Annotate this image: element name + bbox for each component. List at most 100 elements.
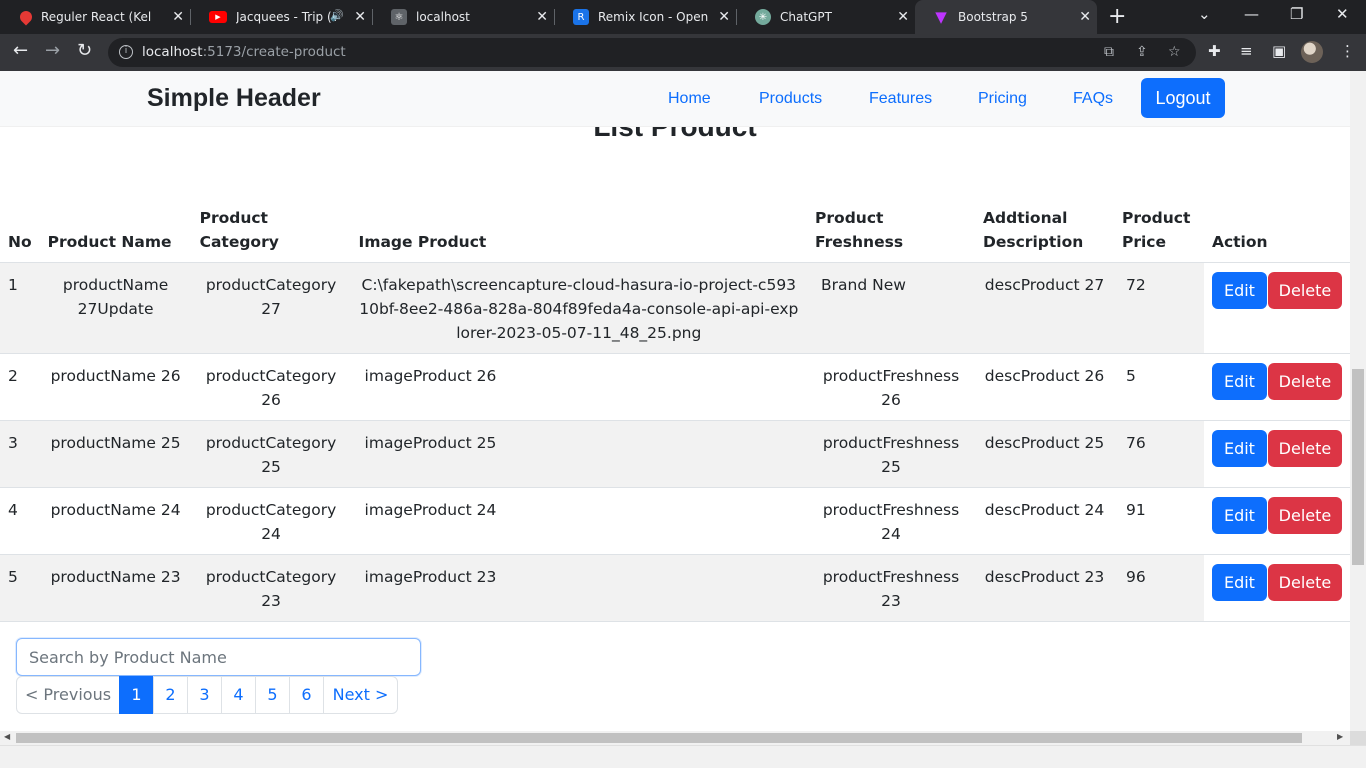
delete-button[interactable]: Delete — [1267, 497, 1342, 534]
cell-no: 4 — [0, 487, 40, 555]
pagination-page-6[interactable]: 6 — [289, 676, 324, 714]
pagination-previous[interactable]: < Previous — [16, 676, 120, 714]
reload-icon[interactable]: ↻ — [77, 40, 92, 61]
cell-action: Edit Delete — [1203, 487, 1350, 555]
browser-tab[interactable]: ✳ ChatGPT ✕ — [737, 0, 915, 34]
cell-category: productCategory 26 — [191, 353, 351, 421]
youtube-icon: ▶ — [209, 11, 227, 23]
translate-icon[interactable]: ⧉ — [1104, 44, 1114, 60]
delete-button[interactable]: Delete — [1267, 430, 1342, 467]
cell-no: 1 — [0, 262, 40, 354]
chatgpt-icon: ✳ — [755, 9, 771, 25]
delete-button[interactable]: Delete — [1267, 363, 1342, 400]
back-icon[interactable]: ← — [13, 40, 28, 61]
pagination-page-5[interactable]: 5 — [255, 676, 290, 714]
close-icon[interactable]: ✕ — [536, 9, 548, 25]
tab-title: Remix Icon - Open so — [598, 10, 708, 24]
tab-title: ChatGPT — [780, 10, 832, 24]
product-table: No Product Name Product Category Image P… — [0, 202, 1350, 622]
pagination-page-4[interactable]: 4 — [221, 676, 256, 714]
media-controls-icon[interactable]: ≡ — [1240, 42, 1253, 60]
nav-faqs[interactable]: FAQs — [1073, 90, 1113, 108]
column-header-action: Action — [1203, 202, 1350, 263]
cell-name: productName 26 — [39, 353, 192, 421]
nav-products[interactable]: Products — [759, 90, 822, 108]
table-row: 1 productName 27Update productCategory 2… — [0, 262, 1350, 354]
brand-title[interactable]: Simple Header — [147, 84, 321, 113]
delete-button[interactable]: Delete — [1267, 564, 1342, 601]
vertical-scrollbar[interactable] — [1350, 71, 1366, 731]
menu-kebab-icon[interactable]: ⋮ — [1340, 42, 1355, 60]
scrollbar-corner — [1350, 731, 1366, 745]
cell-no: 3 — [0, 420, 40, 488]
cell-price: 72 — [1113, 262, 1204, 354]
delete-button[interactable]: Delete — [1267, 272, 1342, 309]
remix-icon: R — [573, 9, 589, 25]
browser-tab[interactable]: Reguler React (Kelas A ✕ — [0, 0, 190, 34]
close-icon[interactable]: ✕ — [172, 9, 184, 25]
page-viewport: Simple Header Home Products Features Pri… — [0, 71, 1350, 731]
edit-button[interactable]: Edit — [1211, 564, 1267, 601]
close-icon[interactable]: ✕ — [1079, 9, 1091, 25]
horizontal-scrollbar-thumb[interactable] — [16, 733, 1302, 743]
tab-title: Bootstrap 5 — [958, 10, 1028, 24]
close-window-icon[interactable]: ✕ — [1336, 5, 1349, 23]
vertical-scrollbar-thumb[interactable] — [1352, 369, 1364, 565]
cell-freshness: Brand New — [807, 262, 976, 354]
nav-features[interactable]: Features — [869, 90, 932, 108]
scroll-left-icon[interactable]: ◀ — [4, 732, 10, 741]
tab-search-icon[interactable]: ⌄ — [1198, 5, 1211, 23]
cell-category: productCategory 24 — [191, 487, 351, 555]
browser-tab[interactable]: ⚛ localhost ✕ — [373, 0, 554, 34]
edit-button[interactable]: Edit — [1211, 497, 1267, 534]
column-header-no: No — [0, 202, 40, 263]
side-panel-icon[interactable]: ▣ — [1272, 42, 1286, 60]
browser-tab[interactable]: R Remix Icon - Open so ✕ — [555, 0, 736, 34]
restore-icon[interactable]: ❐ — [1290, 5, 1303, 23]
edit-button[interactable]: Edit — [1211, 430, 1267, 467]
new-tab-button[interactable]: + — [1108, 4, 1126, 29]
table-row: 2 productName 26 productCategory 26 imag… — [0, 353, 1350, 421]
cell-freshness: productFreshness 24 — [807, 487, 976, 555]
column-header-name: Product Name — [39, 202, 192, 263]
nav-home[interactable]: Home — [668, 90, 711, 108]
address-bar[interactable]: i localhost:5173/create-product ⧉ ⇪ ☆ — [108, 38, 1196, 67]
cell-description: descProduct 23 — [975, 554, 1114, 622]
extensions-puzzle-icon[interactable]: ✚ — [1208, 42, 1221, 60]
cell-action: Edit Delete — [1203, 353, 1350, 421]
url-text[interactable]: localhost:5173/create-product — [142, 44, 346, 60]
speaker-icon[interactable]: 🔊 — [330, 9, 344, 22]
cell-image: imageProduct 24 — [350, 487, 808, 555]
minimize-icon[interactable]: — — [1244, 5, 1259, 23]
cell-category: productCategory 23 — [191, 554, 351, 622]
edit-button[interactable]: Edit — [1211, 363, 1267, 400]
nav-pricing[interactable]: Pricing — [978, 90, 1027, 108]
pagination-page-2[interactable]: 2 — [153, 676, 188, 714]
edit-button[interactable]: Edit — [1211, 272, 1267, 309]
column-header-category: Product Category — [191, 202, 351, 263]
site-info-icon[interactable]: i — [119, 45, 133, 59]
search-input[interactable] — [16, 638, 421, 676]
browser-tab-active[interactable]: ▼ Bootstrap 5 ✕ — [915, 0, 1097, 34]
bookmark-star-icon[interactable]: ☆ — [1168, 44, 1181, 60]
horizontal-scrollbar[interactable]: ◀ ▶ — [0, 731, 1350, 745]
scroll-right-icon[interactable]: ▶ — [1337, 732, 1343, 741]
close-icon[interactable]: ✕ — [897, 9, 909, 25]
logout-button[interactable]: Logout — [1141, 78, 1225, 118]
pagination-page-3[interactable]: 3 — [187, 676, 222, 714]
vite-icon: ▼ — [935, 8, 947, 26]
site-header: Simple Header Home Products Features Pri… — [0, 71, 1350, 127]
cell-no: 2 — [0, 353, 40, 421]
pagination-next[interactable]: Next > — [323, 676, 398, 714]
pagination-page-1[interactable]: 1 — [119, 676, 154, 714]
forward-icon[interactable]: → — [45, 40, 60, 61]
close-icon[interactable]: ✕ — [718, 9, 730, 25]
browser-tab[interactable]: ▶ Jacquees - Trip (of 🔊 ✕ — [191, 0, 372, 34]
browser-tab-strip: Reguler React (Kelas A ✕ ▶ Jacquees - Tr… — [0, 0, 1366, 34]
close-icon[interactable]: ✕ — [354, 9, 366, 25]
tab-title: localhost — [416, 10, 470, 24]
cell-action: Edit Delete — [1203, 262, 1350, 354]
profile-avatar[interactable] — [1301, 41, 1323, 63]
share-icon[interactable]: ⇪ — [1136, 44, 1148, 60]
table-header-row: No Product Name Product Category Image P… — [0, 202, 1350, 263]
